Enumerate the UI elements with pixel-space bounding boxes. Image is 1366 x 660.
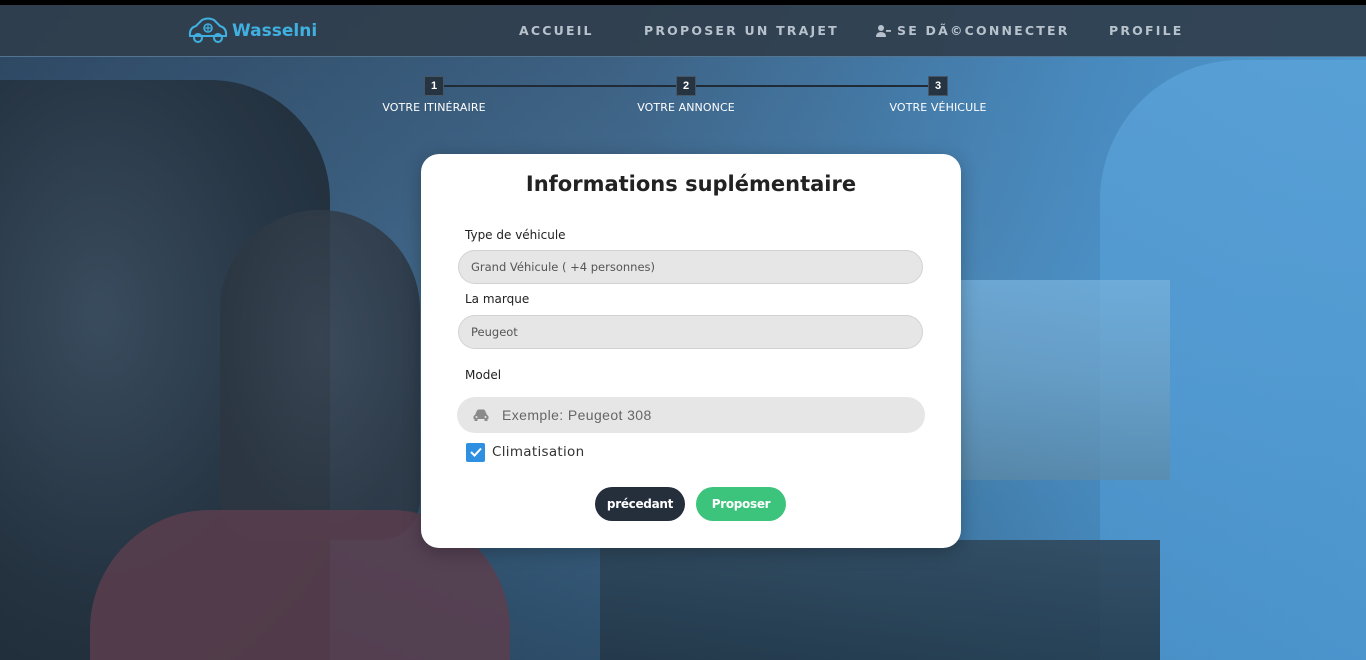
- step-label: VOTRE ITINÉRAIRE: [382, 101, 486, 114]
- vehicle-type-label: Type de véhicule: [465, 228, 566, 242]
- step-label: VOTRE ANNONCE: [637, 101, 735, 114]
- vehicle-type-select[interactable]: Grand Véhicule ( +4 personnes): [458, 250, 923, 284]
- submit-button[interactable]: Proposer: [696, 487, 786, 521]
- background-dashboard: [600, 540, 1160, 660]
- model-label: Model: [465, 368, 502, 382]
- step-vehicule: 3 VOTRE VÉHICULE: [878, 76, 998, 114]
- car-icon: [473, 409, 489, 421]
- brand-label: La marque: [465, 292, 530, 306]
- navbar: Wasselni ACCUEIL PROPOSER UN TRAJET SE D…: [0, 5, 1366, 57]
- nav-link-se-deconnecter[interactable]: SE DÃ©CONNECTER: [876, 23, 1070, 38]
- nav-link-profile[interactable]: PROFILE: [1109, 23, 1184, 38]
- step-number: 1: [424, 76, 444, 96]
- step-annonce: 2 VOTRE ANNONCE: [626, 76, 746, 114]
- model-input-wrapper: [457, 397, 925, 433]
- nav-link-accueil[interactable]: ACCUEIL: [519, 23, 594, 38]
- background-driver: [220, 210, 420, 540]
- step-number: 3: [928, 76, 948, 96]
- nav-links: ACCUEIL PROPOSER UN TRAJET SE DÃ©CONNECT…: [0, 5, 1366, 57]
- previous-button[interactable]: précedant: [595, 487, 685, 521]
- ac-checkbox-row[interactable]: Climatisation: [466, 442, 584, 462]
- step-label: VOTRE VÉHICULE: [889, 101, 987, 114]
- model-input[interactable]: [502, 407, 902, 423]
- nav-link-se-deconnecter-label: SE DÃ©CONNECTER: [897, 23, 1070, 38]
- user-minus-icon: [876, 24, 891, 37]
- background-window-view: [960, 280, 1170, 480]
- form-title: Informations suplémentaire: [525, 172, 857, 196]
- stepper: 1 VOTRE ITINÉRAIRE 2 VOTRE ANNONCE 3 VOT…: [0, 76, 1366, 126]
- ac-label: Climatisation: [492, 444, 585, 460]
- step-itineraire: 1 VOTRE ITINÉRAIRE: [374, 76, 494, 114]
- form-card: Informations suplémentaire Type de véhic…: [421, 154, 961, 548]
- checkmark-icon: [469, 447, 482, 457]
- ac-checkbox[interactable]: [466, 442, 485, 462]
- nav-link-proposer-trajet[interactable]: PROPOSER UN TRAJET: [644, 23, 839, 38]
- step-number: 2: [676, 76, 696, 96]
- brand-select[interactable]: Peugeot: [458, 315, 923, 349]
